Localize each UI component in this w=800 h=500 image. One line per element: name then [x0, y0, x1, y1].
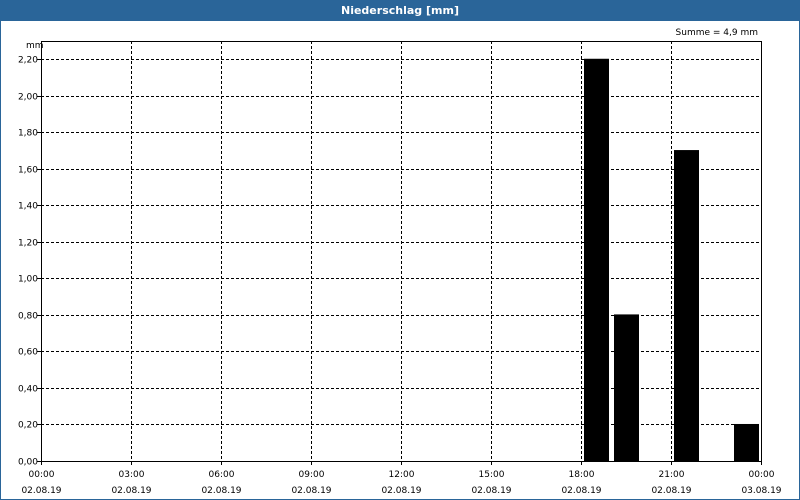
y-tick-labels: 0,00 0,20 0,40 0,60 0,80 1,00 1,20 1,40 1,60 1,80… — [18, 56, 41, 468]
y-tick-label: 1,00 — [18, 275, 38, 285]
x-tick-date-label: 02.08.19 — [201, 486, 241, 496]
x-tick-time-label: 21:00 — [659, 470, 685, 480]
x-tick-date-label: 03.08.19 — [741, 486, 781, 496]
x-tick-time-label: 03:00 — [119, 470, 145, 480]
x-tick-date-label: 02.08.19 — [21, 486, 61, 496]
y-tick-label: 0,40 — [18, 385, 38, 395]
x-tick-time-label: 18:00 — [569, 470, 595, 480]
y-tick-label: 0,80 — [18, 312, 38, 322]
x-tick-date-label: 02.08.19 — [111, 486, 151, 496]
x-tick-time-label: 12:00 — [389, 470, 415, 480]
x-tick-time-label: 00:00 — [29, 470, 55, 480]
y-tick-label: 0,60 — [18, 348, 38, 358]
x-tick-labels: 00:00 02.08.19 03:00 02.08.19 06:00 02.08.19 0… — [21, 461, 782, 496]
y-tick-label: 2,20 — [18, 56, 38, 66]
y-tick-label: 1,20 — [18, 239, 38, 249]
precipitation-bar — [734, 423, 759, 462]
y-tick-label: 1,80 — [18, 129, 38, 139]
x-tick-time-label: 00:00 — [749, 470, 775, 480]
x-tick-date-label: 02.08.19 — [381, 486, 421, 496]
chart-window: Niederschlag [mm] 0,00 0,20 0,40 0,60 0,80 1,… — [0, 0, 800, 500]
y-tick-label: 1,60 — [18, 166, 38, 176]
y-tick-label: 1,40 — [18, 202, 38, 212]
y-tick-label: 0,20 — [18, 421, 38, 431]
chart-canvas: 0,00 0,20 0,40 0,60 0,80 1,00 1,20 1,40 1,60 1,80… — [18, 28, 782, 496]
x-tick-date-label: 02.08.19 — [471, 486, 511, 496]
grid-lines — [41, 41, 761, 461]
y-tick-label: 0,00 — [18, 458, 38, 468]
x-tick-time-label: 06:00 — [209, 470, 235, 480]
y-axis-label: mm — [26, 41, 44, 51]
precipitation-bar — [674, 150, 699, 462]
bar-series — [584, 58, 759, 462]
x-tick-date-label: 02.08.19 — [561, 486, 601, 496]
summary-text: Summe = 4,9 mm — [676, 28, 758, 38]
precipitation-bar — [584, 58, 609, 462]
precipitation-bar — [614, 314, 639, 462]
x-tick-time-label: 09:00 — [299, 470, 325, 480]
window-title: Niederschlag [mm] — [1, 1, 799, 21]
x-tick-date-label: 02.08.19 — [291, 486, 331, 496]
y-tick-label: 2,00 — [18, 93, 38, 103]
x-tick-date-label: 02.08.19 — [651, 486, 691, 496]
x-tick-time-label: 15:00 — [479, 470, 505, 480]
